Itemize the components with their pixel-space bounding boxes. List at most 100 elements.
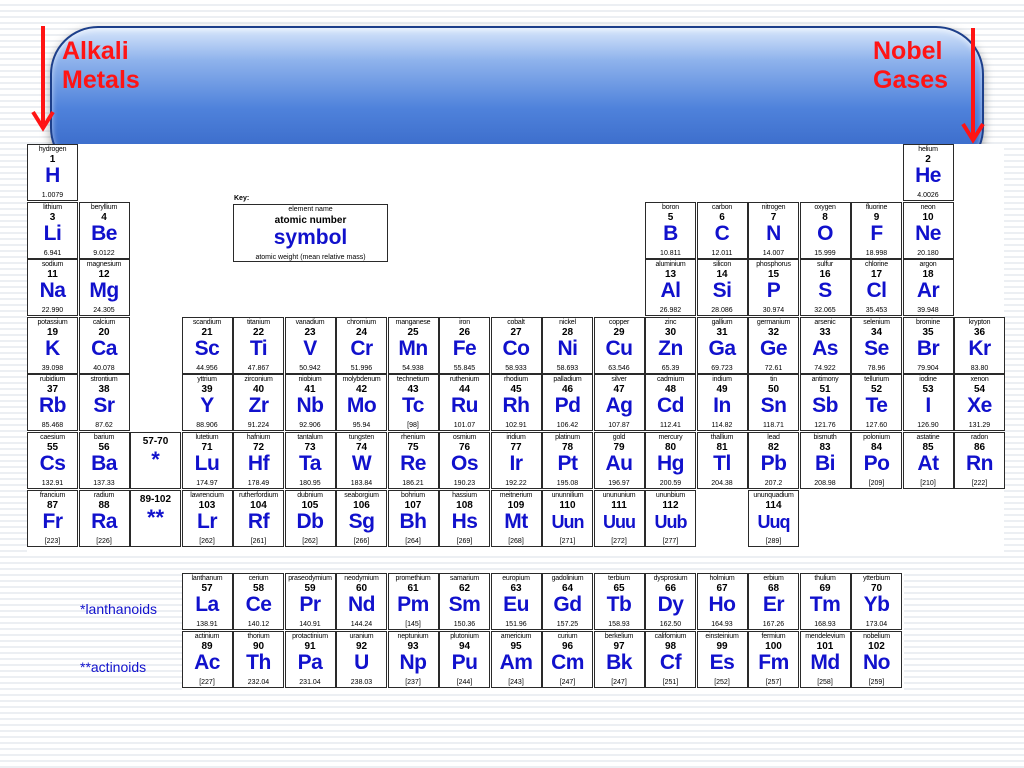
element-name: silicon — [712, 261, 732, 269]
element-symbol: Db — [296, 509, 325, 533]
element-palladium: palladium 46 Pd 106.42 — [542, 374, 593, 432]
element-weight: 208.98 — [814, 480, 836, 487]
element-name: thallium — [710, 434, 734, 441]
element-name: actinium — [194, 633, 220, 640]
element-tungsten: tungsten 74 W 183.84 — [336, 432, 387, 489]
element-weight: 137.33 — [93, 480, 115, 487]
element-weight: [247] — [611, 679, 627, 686]
element-thallium: thallium 81 Tl 204.38 — [696, 432, 748, 489]
element-name: gold — [612, 434, 626, 441]
element-name: selenium — [863, 318, 890, 326]
element-weight: 127.60 — [865, 422, 888, 430]
element-weight: 24.305 — [93, 307, 115, 315]
element-zinc: zinc 30 Zn 65.39 — [645, 316, 696, 374]
element-lead: lead 82 Pb 207.2 — [748, 432, 799, 489]
element-weight: 131.29 — [968, 422, 991, 430]
element-symbol: Br — [916, 336, 940, 360]
element-name: osmium — [452, 434, 477, 441]
noble-gases-annotation: Nobel Gases — [873, 37, 948, 95]
element-weight: 40.078 — [93, 364, 115, 372]
element-lithium: lithium 3 Li 6.941 — [27, 201, 78, 259]
element-symbol: Rb — [39, 394, 67, 418]
element-name: indium — [712, 376, 732, 384]
element-neptunium: neptunium 93 Np [237] — [387, 631, 439, 688]
element-symbol: Si — [712, 279, 732, 303]
key-element-name: element name — [288, 206, 333, 213]
element-weight: 1.0079 — [41, 192, 64, 199]
element-symbol: Pd — [554, 394, 581, 418]
lanthanoid-marker: 57-70 * — [130, 432, 181, 489]
element-rhodium: rhodium 45 Rh 102.91 — [490, 374, 542, 432]
element-symbol: Cl — [866, 279, 888, 303]
element-weight: 200.59 — [659, 480, 682, 487]
element-osmium: osmium 76 Os 190.23 — [439, 432, 490, 489]
element-symbol: Zn — [658, 336, 683, 360]
element-chromium: chromium 24 Cr 51.996 — [336, 316, 387, 374]
element-thulium: thulium 69 Tm 168.93 — [799, 573, 851, 630]
element-symbol: Pm — [397, 593, 429, 616]
element-weight: [247] — [559, 679, 576, 686]
element-symbol: Ne — [915, 221, 941, 245]
element-name: sodium — [41, 261, 64, 269]
element-nickel: nickel 28 Ni 58.693 — [542, 316, 593, 374]
element-weight: 186.21 — [402, 480, 424, 487]
element-symbol: Th — [246, 651, 271, 674]
element-beryllium: beryllium 4 Be 9.0122 — [78, 201, 130, 259]
element-tellurium: tellurium 52 Te 127.60 — [851, 374, 902, 432]
element-weight: 140.12 — [247, 621, 270, 628]
element-symbol: Sn — [760, 394, 787, 418]
element-symbol: Yb — [863, 593, 890, 616]
element-name: vanadium — [295, 318, 325, 326]
element-name: americium — [500, 633, 532, 640]
element-symbol: He — [915, 164, 941, 187]
element-symbol: Ho — [708, 593, 737, 616]
element-symbol: Co — [502, 336, 531, 360]
element-einsteinium: einsteinium 99 Es [252] — [696, 631, 748, 688]
element-name: niobium — [298, 376, 322, 384]
element-name: arsenic — [814, 318, 836, 326]
element-symbol: Nd — [348, 593, 376, 616]
element-selenium: selenium 34 Se 78.96 — [851, 316, 902, 374]
element-calcium: calcium 20 Ca 40.078 — [78, 316, 130, 374]
element-weight: 118.71 — [763, 422, 784, 430]
actinoid-marker: 89-102 ** — [130, 489, 181, 547]
element-name: potassium — [37, 318, 68, 326]
element-name: manganese — [395, 318, 431, 326]
element-name: ununbium — [655, 491, 686, 499]
element-sodium: sodium 11 Na 22.990 — [27, 259, 78, 317]
element-rhenium: rhenium 75 Re 186.21 — [387, 432, 439, 489]
element-seaborgium: seaborgium 106 Sg [266] — [336, 489, 387, 547]
element-symbol: P — [766, 279, 781, 303]
element-molybdenum: molybdenum 42 Mo 95.94 — [336, 374, 387, 432]
element-ytterbium: ytterbium 70 Yb 173.04 — [851, 573, 902, 630]
element-weight: 196.97 — [608, 480, 630, 487]
element-weight: 83.80 — [970, 364, 989, 372]
element-gold: gold 79 Au 196.97 — [593, 432, 645, 489]
element-symbol: At — [917, 452, 939, 475]
element-name: zirconium — [244, 376, 273, 384]
element-weight: [209] — [868, 480, 885, 487]
element-weight: 51.996 — [350, 364, 373, 372]
element-name: aluminium — [655, 261, 686, 269]
element-weight: 107.87 — [608, 422, 630, 430]
element-weight: 207.2 — [764, 480, 783, 487]
element-weight: 74.922 — [814, 364, 836, 372]
element-ununquadium: ununquadium 114 Uuq [289] — [748, 489, 799, 547]
element-nitrogen: nitrogen 7 N 14.007 — [748, 201, 799, 259]
element-name: thorium — [247, 633, 270, 640]
marker-symbol: * — [151, 447, 160, 472]
element-symbol: No — [863, 651, 891, 674]
element-name: iridium — [506, 434, 526, 441]
element-symbol: Re — [400, 452, 426, 475]
element-name: chromium — [346, 318, 377, 326]
element-symbol: U — [354, 651, 369, 674]
element-name: phosphorus — [756, 261, 791, 269]
element-gallium: gallium 31 Ga 69.723 — [696, 316, 748, 374]
element-name: zinc — [664, 318, 677, 326]
marker-range: 57-70 — [142, 436, 169, 447]
element-symbol: Pr — [299, 593, 321, 616]
element-name: berkelium — [604, 633, 634, 640]
element-weight: [222] — [971, 480, 988, 487]
element-symbol: Kr — [968, 336, 991, 360]
key-atomic-number: atomic number — [274, 215, 347, 226]
